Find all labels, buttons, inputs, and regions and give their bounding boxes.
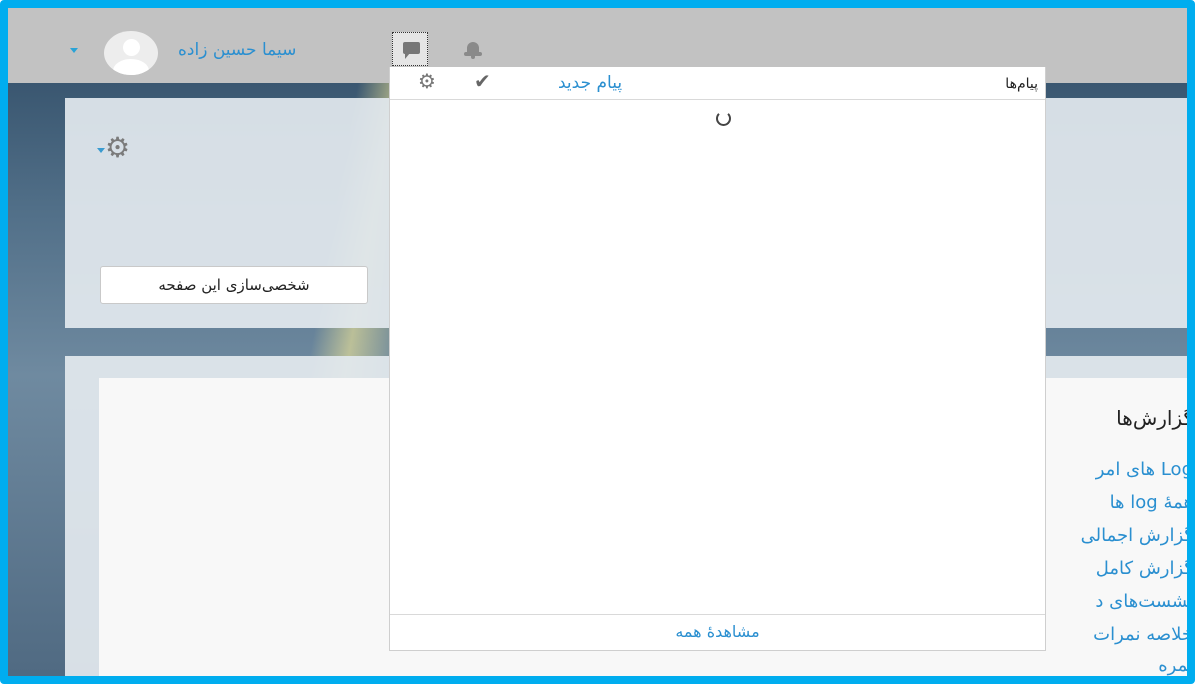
user-menu-caret-icon[interactable] (70, 48, 78, 53)
page-settings-menu[interactable]: ⚙ (95, 134, 145, 168)
gear-icon: ⚙ (105, 131, 131, 164)
message-settings-gear-icon[interactable]: ⚙ (418, 71, 436, 91)
mark-all-read-checkmark-icon[interactable]: ✔ (474, 71, 491, 91)
report-link-grades-summary[interactable]: خلاصه نمرات (1093, 624, 1187, 645)
notifications-bell-icon[interactable] (464, 41, 482, 59)
settings-caret-icon (97, 148, 105, 153)
messages-dropdown-panel: ⚙ ✔ پیام جدید پیام‌ها مشاهدهٔ همه (389, 67, 1046, 651)
user-avatar-icon[interactable] (104, 31, 158, 75)
messages-dropdown-header: ⚙ ✔ پیام جدید پیام‌ها (390, 67, 1045, 100)
report-link-sessions[interactable]: نشست‌های د (1095, 591, 1187, 612)
report-link-all-logs[interactable]: همهٔ log ها (1110, 492, 1187, 513)
reports-heading: گزارش‌ها (1116, 406, 1193, 430)
report-link-outline[interactable]: گزارش اجمالی (1081, 525, 1187, 546)
report-link-grade[interactable]: نمره (1158, 655, 1187, 676)
loading-spinner-icon (716, 111, 731, 126)
screenshot-frame: سیما حسین زاده ⚙ شخصی‌سازی این صفحه گزار… (0, 0, 1195, 684)
user-name-link[interactable]: سیما حسین زاده (178, 40, 296, 60)
messages-toggle-button[interactable] (392, 32, 428, 66)
messages-dropdown-title: پیام‌ها (1005, 76, 1038, 92)
customize-page-button[interactable]: شخصی‌سازی این صفحه (100, 266, 368, 304)
see-all-messages-link[interactable]: مشاهدهٔ همه (675, 622, 759, 641)
messages-dropdown-footer: مشاهدهٔ همه (390, 614, 1045, 650)
report-link-complete[interactable]: گزارش کامل (1096, 558, 1187, 579)
report-link-logs[interactable]: Log های امر (1096, 459, 1187, 480)
avatar-shoulders (113, 59, 149, 75)
new-message-link[interactable]: پیام جدید (558, 73, 622, 93)
bell-clapper (471, 56, 475, 59)
avatar-head (123, 39, 140, 56)
chat-bubble-tail (405, 53, 410, 59)
